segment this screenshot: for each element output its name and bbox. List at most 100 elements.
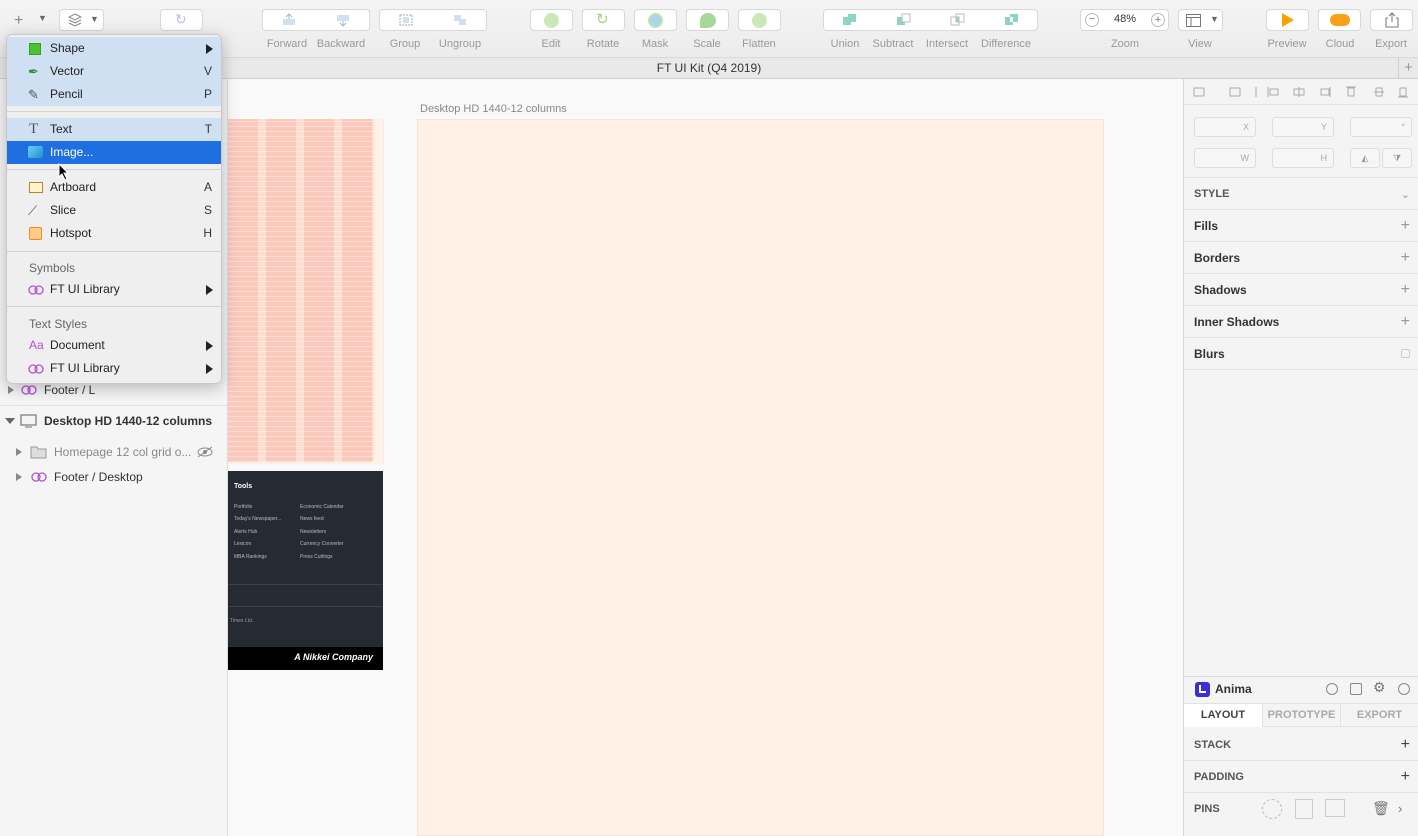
artboard-title[interactable]: Desktop HD 1440-12 columns xyxy=(420,103,567,115)
subtract-icon[interactable] xyxy=(896,13,912,27)
menu-separator xyxy=(7,251,221,252)
anima-header: Anima ⚙ xyxy=(1184,676,1418,700)
insert-button[interactable]: + ▼ xyxy=(6,9,50,31)
cloud-button[interactable] xyxy=(1318,9,1361,31)
symbol-icon xyxy=(31,472,47,482)
rotate-icon: ↻ xyxy=(596,11,609,28)
menu-item-shape[interactable]: Shape xyxy=(7,37,221,60)
desktop-artboard[interactable] xyxy=(417,119,1104,836)
preview-button[interactable] xyxy=(1266,9,1309,31)
add-shadow-icon[interactable]: + xyxy=(1401,274,1410,306)
sync-button[interactable]: ↻ xyxy=(160,9,203,31)
pins-label: PINS xyxy=(1194,803,1220,815)
forward-icon[interactable] xyxy=(281,13,297,27)
canvas[interactable]: Tools Portfolio Today's Newspaper... Ale… xyxy=(228,79,1183,836)
view-button[interactable]: ▼ xyxy=(1178,9,1223,31)
inner-shadows-section[interactable]: Inner Shadows + xyxy=(1184,306,1418,338)
union-icon[interactable] xyxy=(842,13,858,27)
add-border-icon[interactable]: + xyxy=(1401,242,1410,274)
layers-icon xyxy=(68,13,82,27)
add-stack-icon[interactable]: + xyxy=(1401,729,1410,761)
difference-icon[interactable] xyxy=(1004,13,1020,27)
add-inner-shadow-icon[interactable]: + xyxy=(1401,306,1410,338)
pin-vertical-icon[interactable] xyxy=(1295,799,1313,819)
sync-icon: ↻ xyxy=(175,11,187,27)
footer-preview[interactable]: Tools Portfolio Today's Newspaper... Ale… xyxy=(228,471,383,670)
menu-item-symbols-library[interactable]: FT UI Library xyxy=(7,278,221,301)
menu-item-artboard[interactable]: Artboard A xyxy=(7,176,221,199)
group-icon[interactable] xyxy=(398,13,414,27)
disclosure-triangle-icon[interactable] xyxy=(8,386,14,394)
partial-artboard[interactable] xyxy=(228,119,384,464)
hidden-eye-icon[interactable] xyxy=(196,446,214,458)
new-tab-icon[interactable]: + xyxy=(1398,58,1418,78)
menu-item-text-styles-document[interactable]: Aa Document xyxy=(7,334,221,357)
panel-icon[interactable] xyxy=(1350,683,1362,695)
layers-menu-button[interactable]: ▼ xyxy=(59,9,104,31)
disclosure-triangle-icon[interactable] xyxy=(16,448,22,456)
compass-icon[interactable] xyxy=(1398,683,1410,695)
zoom-out-icon[interactable]: − xyxy=(1085,13,1099,27)
chevron-right-icon[interactable]: › xyxy=(1398,793,1402,825)
tab-prototype[interactable]: PROTOTYPE xyxy=(1262,704,1340,727)
disclosure-triangle-icon[interactable] xyxy=(16,473,22,481)
mouse-cursor-icon xyxy=(58,163,70,181)
layer-footer-desktop[interactable]: Footer / Desktop xyxy=(0,465,227,489)
submenu-arrow-icon xyxy=(206,285,213,295)
footer-link: Portfolio xyxy=(234,504,253,510)
tab-layout[interactable]: LAYOUT xyxy=(1184,704,1262,727)
menu-item-vector[interactable]: ✒ Vector V xyxy=(7,60,221,83)
ungroup-icon[interactable] xyxy=(452,13,468,27)
layer-label: Homepage 12 col grid o... xyxy=(54,445,192,459)
add-fill-icon[interactable]: + xyxy=(1401,210,1410,242)
zoom-value[interactable]: 48% xyxy=(1105,13,1145,25)
edit-button[interactable] xyxy=(530,9,573,31)
height-field[interactable]: H xyxy=(1272,148,1334,168)
gear-icon[interactable]: ⚙ xyxy=(1373,679,1386,696)
chevron-down-icon[interactable]: ⌄ xyxy=(1401,179,1410,211)
backward-icon[interactable] xyxy=(335,13,351,27)
layer-artboard[interactable]: Desktop HD 1440-12 columns xyxy=(0,409,227,433)
zoom-in-icon[interactable]: + xyxy=(1151,13,1165,27)
flip-horizontal-icon[interactable]: ◭ xyxy=(1350,148,1380,168)
pin-horizontal-icon[interactable] xyxy=(1325,799,1345,817)
menu-item-slice[interactable]: ⟋ Slice S xyxy=(7,199,221,222)
pins-section[interactable]: PINS 🗑 › xyxy=(1184,793,1418,825)
menu-item-pencil[interactable]: ✎ Pencil P xyxy=(7,83,221,106)
scale-button[interactable] xyxy=(686,9,729,31)
flip-vertical-icon[interactable]: ⧩ xyxy=(1382,148,1412,168)
trash-icon[interactable]: 🗑 xyxy=(1372,792,1390,824)
layer-grid-group[interactable]: Homepage 12 col grid o... xyxy=(0,440,227,464)
style-section[interactable]: STYLE ⌄ xyxy=(1184,178,1418,210)
width-field[interactable]: W xyxy=(1194,148,1256,168)
mask-button[interactable] xyxy=(634,9,677,31)
blurs-section[interactable]: Blurs xyxy=(1184,338,1418,370)
padding-section[interactable]: PADDING + xyxy=(1184,761,1418,793)
blur-checkbox[interactable] xyxy=(1401,349,1410,358)
symbol-icon xyxy=(28,285,44,295)
padding-label: PADDING xyxy=(1194,771,1244,783)
borders-section[interactable]: Borders + xyxy=(1184,242,1418,274)
menu-item-text[interactable]: T Text T xyxy=(7,118,221,141)
menu-item-text-styles-library[interactable]: FT UI Library xyxy=(7,357,221,380)
pin-all-icon[interactable] xyxy=(1262,799,1282,819)
x-field[interactable]: X xyxy=(1194,117,1256,137)
rotate-button[interactable]: ↻ xyxy=(582,9,625,31)
y-field[interactable]: Y xyxy=(1272,117,1334,137)
shadows-section[interactable]: Shadows + xyxy=(1184,274,1418,306)
document-title[interactable]: FT UI Kit (Q4 2019) xyxy=(657,61,761,75)
align-icons[interactable] xyxy=(1192,85,1412,99)
disclosure-triangle-open-icon[interactable] xyxy=(5,418,15,424)
fills-section[interactable]: Fills + xyxy=(1184,210,1418,242)
menu-item-hotspot[interactable]: Hotspot H xyxy=(7,222,221,245)
menu-item-image[interactable]: Image... xyxy=(7,141,221,164)
flatten-button[interactable] xyxy=(738,9,781,31)
intersect-icon[interactable] xyxy=(950,13,966,27)
add-padding-icon[interactable]: + xyxy=(1401,761,1410,793)
export-button[interactable] xyxy=(1370,9,1413,31)
rotation-field[interactable]: ° xyxy=(1350,117,1412,137)
insert-menu: Shape ✒ Vector V ✎ Pencil P T Text T Ima… xyxy=(6,34,222,384)
preview-circle-icon[interactable] xyxy=(1326,683,1338,695)
tab-export[interactable]: EXPORT xyxy=(1340,704,1418,727)
stack-section[interactable]: STACK + xyxy=(1184,729,1418,761)
